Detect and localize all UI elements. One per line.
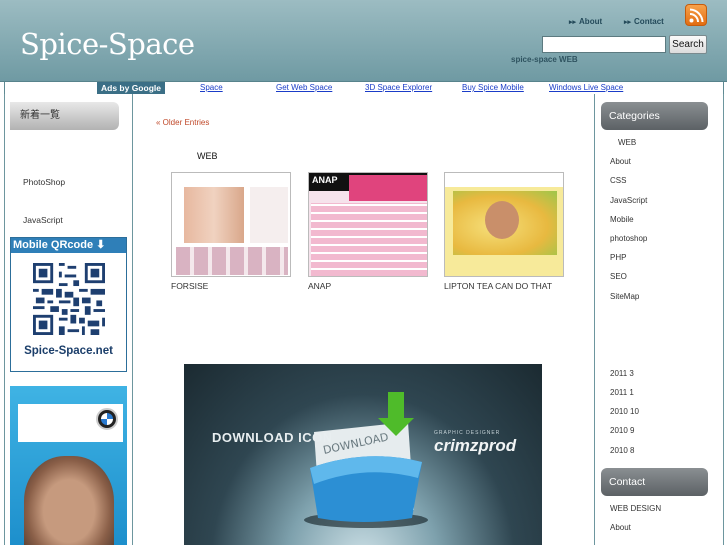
nav-about-label: About <box>579 17 603 26</box>
site-logo[interactable]: Spice-Space <box>20 27 195 61</box>
contact-heading: Contact <box>601 468 708 496</box>
frame-divider <box>4 94 5 545</box>
ad-link-space[interactable]: Space <box>200 82 223 94</box>
ad-portrait <box>24 456 114 545</box>
nav-about-link[interactable]: ▸▸ About <box>569 17 602 26</box>
banner-title: DOWNLOAD ICON <box>212 430 333 445</box>
archive-link[interactable]: 2010 10 <box>610 407 639 416</box>
category-link-about[interactable]: About <box>610 157 631 166</box>
thumbnail-lipton[interactable] <box>444 172 564 277</box>
ad-link-windows-live-space[interactable]: Windows Live Space <box>549 82 623 94</box>
ad-link-get-web-space[interactable]: Get Web Space <box>276 82 332 94</box>
ads-by-google-label[interactable]: Ads by Google <box>97 82 165 94</box>
nav-contact-link[interactable]: ▸▸ Contact <box>624 17 664 26</box>
mobile-qr-panel: Mobile QRcode ⬇ Spice-Space.net <box>10 237 127 372</box>
chevron-down-icon: ⬇ <box>96 239 106 251</box>
archive-link[interactable]: 2011 1 <box>610 388 634 397</box>
archive-link[interactable]: 2011 3 <box>610 369 634 378</box>
ad-link-3d-space-explorer[interactable]: 3D Space Explorer <box>365 82 432 94</box>
category-link-mobile[interactable]: Mobile <box>610 215 634 224</box>
categories-heading: Categories <box>601 102 708 130</box>
sidebar-ad-image[interactable] <box>10 386 127 545</box>
category-link-sitemap[interactable]: SiteMap <box>610 292 639 301</box>
qr-panel-title: Mobile QRcode ⬇ <box>11 238 126 253</box>
qr-code-icon[interactable] <box>33 263 105 335</box>
thumbnail-caption[interactable]: FORSISE <box>171 281 208 291</box>
thumb-logo-text: ANAP <box>312 175 338 185</box>
category-link-javascript[interactable]: JavaScript <box>610 196 647 205</box>
thumb-text-area <box>250 187 288 243</box>
category-link-seo[interactable]: SEO <box>610 272 627 281</box>
thumbnail-caption[interactable]: LIPTON TEA CAN DO THAT <box>444 281 552 291</box>
thumb-person <box>485 201 519 239</box>
qr-caption: Spice-Space.net <box>24 345 113 357</box>
thumb-header <box>445 173 563 187</box>
recent-posts-heading: 新着一覧 <box>10 102 119 130</box>
nav-contact-label: Contact <box>634 17 664 26</box>
arrow-icon: ▸▸ <box>569 19 577 26</box>
contact-link-about[interactable]: About <box>610 523 631 532</box>
ad-link-buy-spice-mobile[interactable]: Buy Spice Mobile <box>462 82 524 94</box>
thumbnail-forsise[interactable] <box>171 172 291 277</box>
ad-bar: Ads by Google Space Get Web Space 3D Spa… <box>4 82 724 94</box>
frame-divider <box>132 94 133 545</box>
arrow-icon: ▸▸ <box>624 19 632 26</box>
site-header: Spice-Space ▸▸ About ▸▸ Contact Search spi… <box>0 0 727 82</box>
category-link-photoshop[interactable]: photoshop <box>610 234 647 243</box>
thumb-products <box>311 203 427 276</box>
category-link-web[interactable]: WEB <box>618 138 636 147</box>
contact-link-web-design[interactable]: WEB DESIGN <box>610 504 661 513</box>
bmw-logo-icon <box>96 408 118 430</box>
folder-icon: DOWNLOAD <box>304 392 428 528</box>
archive-link[interactable]: 2010 9 <box>610 426 634 435</box>
thumb-products <box>176 247 288 275</box>
archive-link[interactable]: 2010 8 <box>610 446 634 455</box>
thumbnail-anap[interactable]: ANAP <box>308 172 428 277</box>
thumb-photo <box>184 187 244 243</box>
rss-icon[interactable] <box>685 4 707 26</box>
search-button[interactable]: Search <box>669 35 707 54</box>
older-entries-link[interactable]: « Older Entries <box>156 118 209 127</box>
banner-brand: crimzprod <box>434 436 517 455</box>
frame-divider <box>594 94 595 545</box>
thumbnail-caption[interactable]: ANAP <box>308 281 331 291</box>
frame-divider <box>723 94 724 545</box>
qr-title-text: Mobile QRcode <box>13 239 94 251</box>
site-tagline: spice-space WEB <box>511 55 578 64</box>
search-input[interactable] <box>542 36 666 53</box>
category-link-css[interactable]: CSS <box>610 176 626 185</box>
download-icon-banner[interactable]: DOWNLOAD DOWNLOAD ICON GRAPHIC DESIGNER … <box>184 364 542 545</box>
sidebar-link-javascript[interactable]: JavaScript <box>23 215 63 225</box>
category-link-php[interactable]: PHP <box>610 253 626 262</box>
sidebar-link-photoshop[interactable]: PhotoShop <box>23 177 65 187</box>
thumb-banner <box>349 175 427 201</box>
category-label: WEB <box>197 151 218 161</box>
